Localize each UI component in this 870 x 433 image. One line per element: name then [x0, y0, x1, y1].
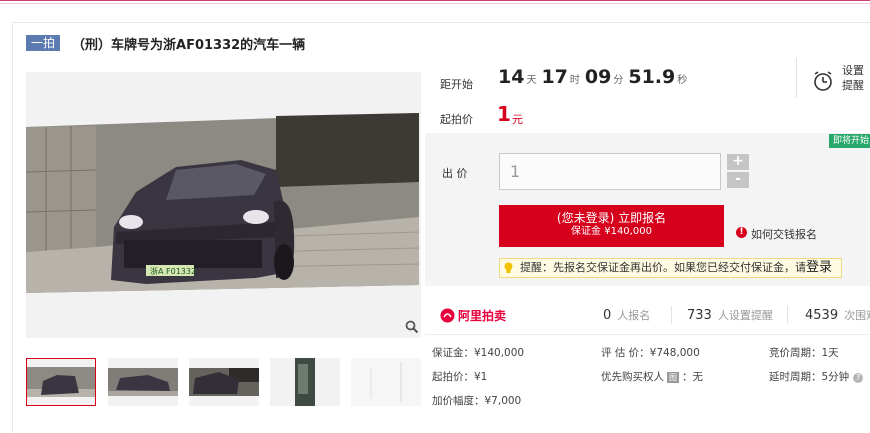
- bid-label: 出 价: [442, 167, 468, 180]
- registered-count: 0: [603, 308, 612, 323]
- thumbnail-image: [108, 358, 178, 406]
- bid-period-info: 竞价周期：1天: [769, 347, 839, 359]
- thumbnail-5[interactable]: [351, 358, 421, 406]
- thumbnail-3[interactable]: [189, 358, 259, 406]
- top-border-line-light: [0, 3, 870, 4]
- seconds-unit: 秒: [677, 75, 688, 86]
- stat-divider: [787, 306, 788, 324]
- ali-auction-logo: 阿里拍卖: [440, 307, 506, 324]
- registered-label: 人报名: [617, 309, 651, 322]
- tip-text: 提醒：先报名交保证金再出价。如果您已经交付保证金，请: [520, 261, 806, 274]
- start-price-unit: 元: [512, 113, 523, 126]
- thumbnail-4[interactable]: [270, 358, 340, 406]
- register-button[interactable]: (您未登录) 立即报名 保证金 ¥140,000: [499, 205, 724, 247]
- thumbnail-image: [189, 358, 259, 406]
- delay-period-info: 延时周期：5分钟?: [769, 369, 864, 384]
- days-unit: 天: [526, 75, 537, 86]
- question-icon[interactable]: ?: [853, 373, 864, 383]
- thumbnail-image: [270, 358, 340, 406]
- countdown-label: 距开始: [440, 78, 473, 91]
- login-link[interactable]: 登录: [806, 260, 832, 275]
- views-stat: 4539 次围观: [805, 307, 870, 323]
- ali-auction-logo-icon: [440, 308, 455, 323]
- reminders-label: 人设置提醒: [717, 309, 773, 322]
- info-icon: !: [736, 227, 747, 238]
- registered-stat: 0 人报名: [603, 307, 650, 323]
- deposit-info: 保证金：¥140,000: [432, 347, 525, 359]
- set-reminder-button[interactable]: 设置 提醒: [842, 63, 868, 93]
- countdown-seconds: 51.9: [628, 66, 676, 88]
- car-photo: 浙A F01332: [25, 72, 421, 338]
- title-row: 一拍 （刑）车牌号为浙AF01332的汽车一辆: [26, 34, 306, 53]
- thumbnail-image: [351, 358, 421, 406]
- page-title: （刑）车牌号为浙AF01332的汽车一辆: [72, 37, 306, 53]
- reminder-divider: [796, 58, 797, 98]
- countdown-timer: 14 天 17 时 09 分 51.9 秒: [498, 66, 692, 92]
- priority-buyer-badge: 图: [667, 372, 679, 383]
- appraisal-info: 评 估 价：¥748,000: [601, 347, 700, 359]
- countdown-days: 14: [498, 66, 525, 88]
- countdown-minutes: 09: [584, 66, 612, 88]
- login-tip: 提醒：先报名交保证金再出价。如果您已经交付保证金，请登录: [499, 258, 842, 278]
- bid-decrease-button[interactable]: -: [727, 172, 749, 188]
- thumbnail-image: [27, 359, 95, 405]
- register-deposit-label: 保证金 ¥140,000: [571, 226, 652, 237]
- priority-buyer-info: 优先购买权人图：无: [601, 369, 703, 384]
- reminders-count: 733: [687, 308, 712, 323]
- bid-amount-input[interactable]: 1: [499, 153, 721, 190]
- views-count: 4539: [805, 308, 839, 323]
- how-to-pay-link[interactable]: 如何交钱报名: [751, 226, 817, 242]
- reminders-stat: 733 人设置提醒: [687, 307, 773, 323]
- zoom-icon[interactable]: [405, 320, 419, 334]
- start-price-info: 起拍价：¥1: [432, 371, 488, 383]
- delay-period-text: 延时周期：5分钟: [769, 371, 850, 383]
- priority-buyer-label: 优先购买权人: [601, 371, 664, 383]
- start-price-label: 起拍价: [440, 113, 473, 126]
- countdown-hours: 17: [541, 66, 568, 88]
- alarm-clock-icon[interactable]: [812, 70, 834, 92]
- status-badge: 即将开始: [829, 134, 870, 148]
- minutes-unit: 分: [613, 75, 624, 86]
- hours-unit: 时: [569, 75, 580, 86]
- stats-divider: [425, 334, 870, 335]
- license-plate: 浙A F01332: [150, 266, 196, 276]
- top-border-line: [0, 0, 870, 1]
- register-button-label: (您未登录) 立即报名: [556, 211, 667, 225]
- increment-info: 加价幅度：¥7,000: [432, 395, 522, 407]
- brand-name: 阿里拍卖: [458, 309, 507, 323]
- thumbnail-2[interactable]: [108, 358, 178, 406]
- priority-buyer-value: ：无: [682, 371, 703, 383]
- start-price-value: 1: [497, 102, 511, 126]
- auction-round-badge: 一拍: [26, 35, 61, 51]
- lightbulb-icon: [504, 262, 513, 273]
- bid-increase-button[interactable]: +: [727, 154, 749, 170]
- thumbnail-1[interactable]: [26, 358, 96, 406]
- views-label: 次围观: [844, 309, 870, 322]
- main-image[interactable]: 浙A F01332: [25, 72, 421, 338]
- stat-divider: [671, 306, 672, 324]
